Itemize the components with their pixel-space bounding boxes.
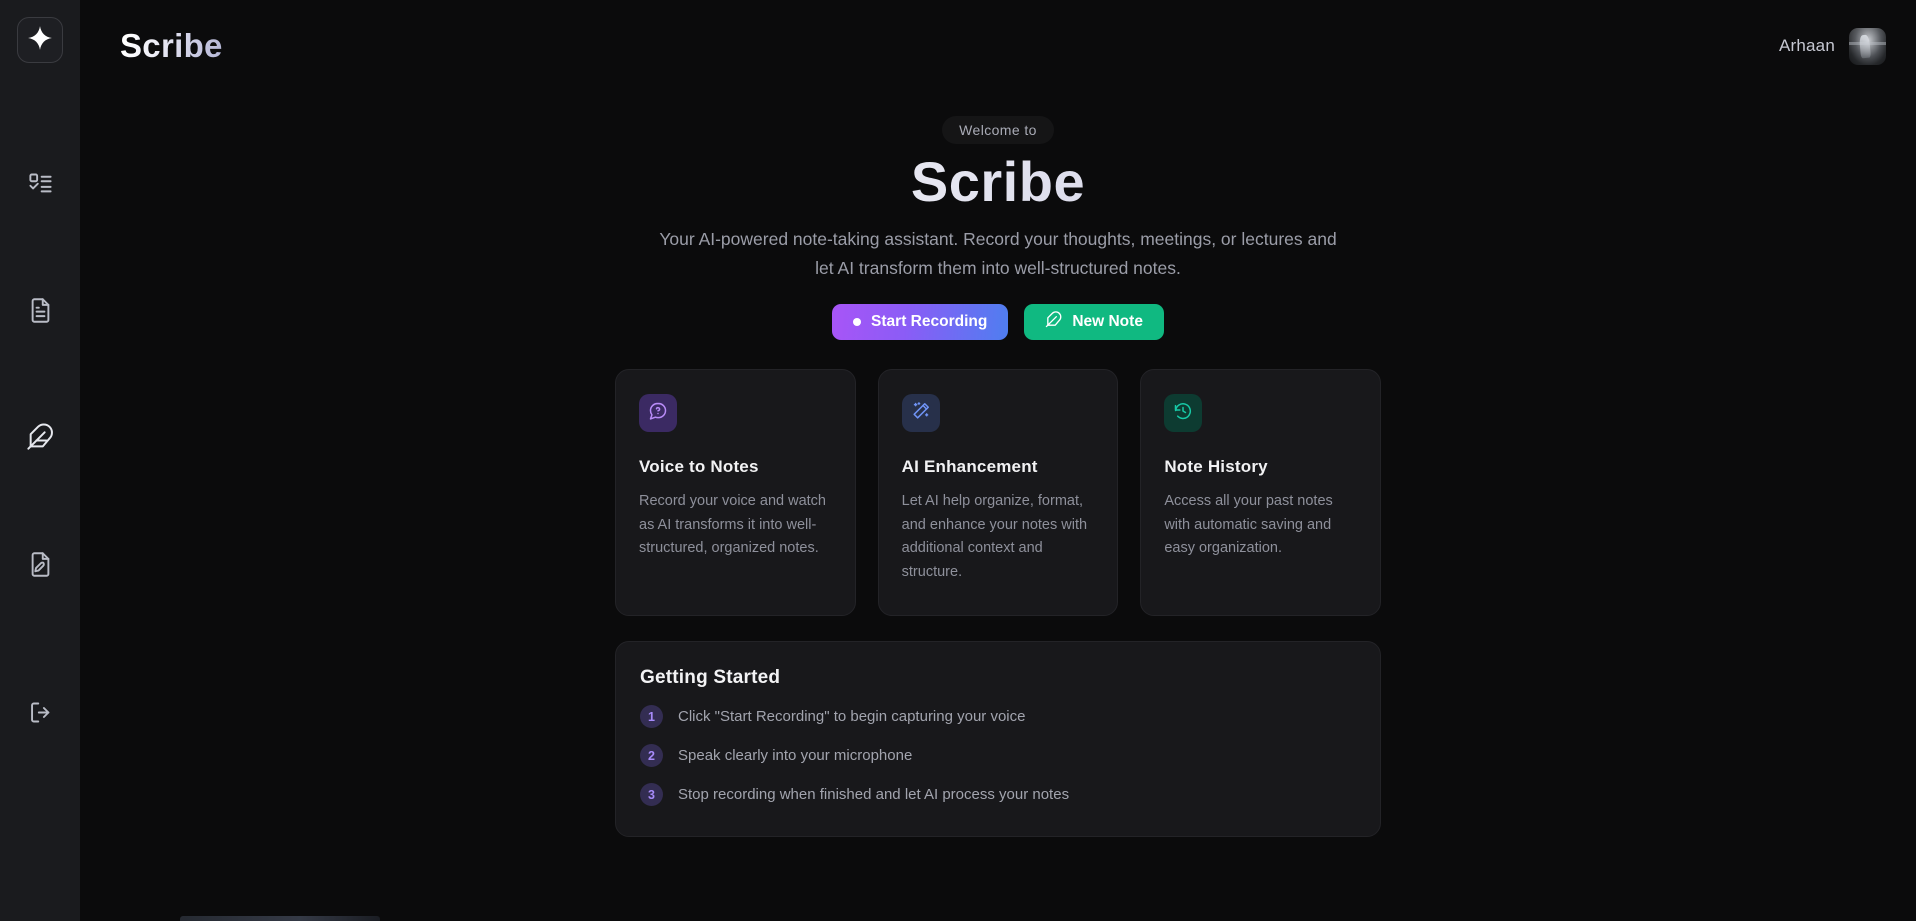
step-number: 2 xyxy=(640,744,663,768)
file-pen-icon xyxy=(27,551,54,578)
user-menu[interactable]: Arhaan xyxy=(1778,27,1886,65)
feature-description: Let AI help organize, format, and enhanc… xyxy=(901,493,1088,580)
top-bar: Scribe Arhaan xyxy=(80,0,1916,92)
sidebar-nav xyxy=(8,151,72,659)
feature-cards: Voice to Notes Record your voice and wat… xyxy=(615,369,1381,617)
logout-arrow-icon xyxy=(27,699,54,731)
app-logo-button[interactable] xyxy=(17,17,63,63)
feather-pen-icon xyxy=(1045,311,1062,333)
bottom-edge-sliver xyxy=(180,916,380,921)
start-recording-button[interactable]: Start Recording xyxy=(832,304,1009,341)
sidebar-item-edit-document[interactable] xyxy=(8,532,72,596)
sidebar-item-compose[interactable] xyxy=(8,405,72,469)
hero-section: Welcome to Scribe Your AI-powered note-t… xyxy=(80,116,1916,341)
getting-started-list: 1 Click "Start Recording" to begin captu… xyxy=(640,705,1356,807)
feature-icon-wrap xyxy=(1164,394,1203,433)
list-item: 3 Stop recording when finished and let A… xyxy=(640,783,1356,807)
step-number: 1 xyxy=(640,705,663,729)
feature-card-note-history[interactable]: Note History Access all your past notes … xyxy=(1140,369,1381,617)
step-text: Speak clearly into your microphone xyxy=(678,747,913,765)
feature-card-voice-to-notes[interactable]: Voice to Notes Record your voice and wat… xyxy=(615,369,856,617)
feature-card-ai-enhancement[interactable]: AI Enhancement Let AI help organize, for… xyxy=(877,369,1119,617)
avatar[interactable] xyxy=(1849,27,1886,65)
feature-description: Record your voice and watch as AI transf… xyxy=(639,493,826,557)
sidebar-item-logout[interactable] xyxy=(14,689,66,741)
list-item: 1 Click "Start Recording" to begin captu… xyxy=(640,705,1356,729)
app-title: Scribe xyxy=(120,27,223,64)
step-text: Stop recording when finished and let AI … xyxy=(678,786,1070,804)
user-name: Arhaan xyxy=(1778,36,1835,55)
sidebar xyxy=(0,0,80,921)
new-note-label: New Note xyxy=(1072,313,1143,331)
getting-started-card: Getting Started 1 Click "Start Recording… xyxy=(615,641,1381,838)
sparkle-star-icon xyxy=(27,25,53,56)
sidebar-item-notes-list[interactable] xyxy=(8,151,72,215)
hero-subtitle: Your AI-powered note-taking assistant. R… xyxy=(659,229,1337,278)
welcome-eyebrow: Welcome to xyxy=(942,116,1054,144)
step-text: Click "Start Recording" to begin capturi… xyxy=(678,708,1026,726)
step-number: 3 xyxy=(640,783,663,807)
sidebar-item-documents[interactable] xyxy=(8,278,72,342)
feature-title: AI Enhancement xyxy=(901,457,1038,477)
feather-pen-icon xyxy=(26,423,54,451)
magic-wand-sparkles-icon xyxy=(911,401,931,426)
message-question-icon xyxy=(648,401,668,426)
file-text-icon xyxy=(27,297,54,324)
feature-title: Voice to Notes xyxy=(639,457,759,477)
list-item: 2 Speak clearly into your microphone xyxy=(640,744,1356,768)
feature-title: Note History xyxy=(1164,457,1268,477)
start-recording-label: Start Recording xyxy=(871,313,988,331)
list-checklist-icon xyxy=(27,170,54,197)
main-content: Scribe Arhaan Welcome to Scribe Your AI-… xyxy=(80,0,1916,921)
new-note-button[interactable]: New Note xyxy=(1024,304,1164,341)
getting-started-title: Getting Started xyxy=(640,667,781,689)
feature-description: Access all your past notes with automati… xyxy=(1164,493,1333,557)
feature-icon-wrap xyxy=(639,394,677,433)
clock-rotate-left-icon xyxy=(1173,401,1193,426)
page-title: Scribe xyxy=(80,150,1916,214)
feature-icon-wrap xyxy=(901,394,940,433)
record-dot-icon xyxy=(853,318,862,327)
cta-row: Start Recording New Note xyxy=(80,304,1916,341)
